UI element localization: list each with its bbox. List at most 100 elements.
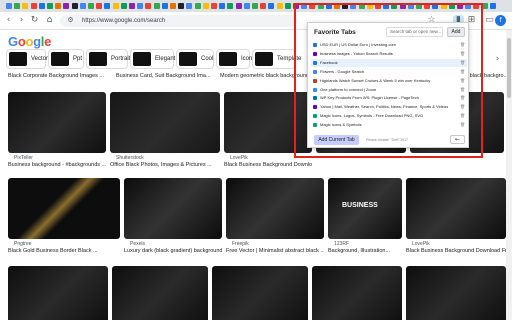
tab-favicon-icon[interactable] <box>227 3 234 9</box>
trash-icon[interactable]: 🗑 <box>460 69 465 75</box>
forward-icon[interactable]: › <box>16 15 27 26</box>
favorite-tab-item[interactable]: Highlands Watch Sunset Cruises & Week 5 … <box>311 77 467 85</box>
chevron-right-icon[interactable]: › <box>492 54 503 65</box>
result-title[interactable]: Business background - #backgrounds ... <box>8 162 106 169</box>
trash-icon[interactable]: 🗑 <box>460 51 465 57</box>
result-image[interactable] <box>406 266 506 320</box>
tab-favicon-icon[interactable] <box>161 3 168 9</box>
tab-favicon-icon[interactable] <box>71 3 78 9</box>
trash-icon[interactable]: 🗑 <box>460 104 465 110</box>
result-source[interactable]: Pexels <box>130 241 145 248</box>
tab-favicon-icon[interactable] <box>79 3 86 9</box>
tab-favicon-icon[interactable] <box>14 3 21 9</box>
favorite-tab-item[interactable]: One platform to connect | Zoom 🗑 <box>311 86 467 94</box>
site-info-icon[interactable]: ⚙ <box>65 15 76 26</box>
result-source[interactable]: Shutterstock <box>116 155 144 162</box>
result-source[interactable]: LovePik <box>230 155 248 162</box>
add-current-tab-button[interactable]: Add Current Tab <box>314 135 359 145</box>
result-image[interactable] <box>8 266 108 320</box>
tab-favicon-icon[interactable] <box>252 3 258 9</box>
favorite-tab-item[interactable]: Flowers - Google Search 🗑 <box>311 68 467 76</box>
tab-favicon-icon[interactable] <box>22 3 29 9</box>
reload-icon[interactable]: ↻ <box>29 15 40 26</box>
result-title[interactable]: Free Vector | Minimalist abstract black … <box>226 248 324 255</box>
result-title[interactable]: Luxury dark (black gradient) background … <box>124 248 222 255</box>
tab-favicon-icon[interactable] <box>120 3 127 9</box>
address-bar[interactable]: ⚙ https://www.google.com/search <box>60 15 297 27</box>
side-panel-icon[interactable]: ▭ <box>484 15 495 26</box>
tab-search-input[interactable]: Search tab or open new... <box>386 27 443 37</box>
result-title[interactable]: Background, Illustration... <box>328 248 402 255</box>
trash-icon[interactable]: 🗑 <box>460 87 465 93</box>
tab-favicon-icon[interactable] <box>6 3 12 9</box>
result-title[interactable]: Black Business Background Download ... <box>224 162 312 169</box>
trash-icon[interactable]: 🗑 <box>460 113 465 119</box>
favorite-tab-item[interactable]: Yahoo | Mail, Weather, Search, Politics,… <box>311 103 467 111</box>
home-icon[interactable]: ⌂ <box>44 15 55 26</box>
result-image[interactable] <box>212 266 308 320</box>
back-arrow-button[interactable]: ← <box>450 135 465 144</box>
favorite-tab-item[interactable]: WP Key Products From WS: Plugin License … <box>311 94 467 102</box>
result-title[interactable]: Black Business Background Download Fr... <box>406 248 506 255</box>
back-icon[interactable]: ‹ <box>3 15 14 26</box>
profile-avatar[interactable]: f <box>495 15 506 26</box>
tab-favicon-icon[interactable] <box>194 3 201 9</box>
page-scrollbar[interactable] <box>506 30 512 320</box>
tab-favicon-icon[interactable] <box>186 3 193 9</box>
tab-favicon-icon[interactable] <box>47 3 53 9</box>
trash-icon[interactable]: 🗑 <box>460 122 465 128</box>
result-image[interactable] <box>8 178 120 239</box>
result-source[interactable]: 123RF <box>334 241 349 248</box>
tab-favicon-icon[interactable] <box>88 3 94 9</box>
tab-favicon-icon[interactable] <box>137 3 144 9</box>
tab-favicon-icon[interactable] <box>145 3 152 9</box>
result-source[interactable]: PixTeller <box>14 155 33 162</box>
tab-favicon-icon[interactable] <box>284 3 291 9</box>
filter-chip[interactable]: Template <box>252 49 301 69</box>
result-source[interactable]: Freepik <box>232 241 249 248</box>
tab-favicon-icon[interactable] <box>38 3 45 9</box>
tab-favicon-icon[interactable] <box>170 3 176 9</box>
filter-chip[interactable]: Cool <box>176 49 214 69</box>
result-title[interactable]: Black Gold Business Border Black ... <box>8 248 120 255</box>
result-title[interactable]: Business Card, Suit Background Ima... <box>116 73 212 80</box>
favorite-tab-item[interactable]: Facebook 🗑 <box>311 58 467 68</box>
tab-favicon-icon[interactable] <box>96 3 103 9</box>
result-image[interactable] <box>124 178 222 239</box>
tab-favicon-icon[interactable] <box>30 3 37 9</box>
filter-chip[interactable]: Portrait <box>86 49 130 69</box>
result-image[interactable] <box>8 92 106 153</box>
tab-favicon-icon[interactable] <box>235 3 242 9</box>
trash-icon[interactable]: 🗑 <box>460 78 465 84</box>
tab-favicon-icon[interactable] <box>202 3 209 9</box>
tab-favicon-icon[interactable] <box>178 3 185 9</box>
result-image[interactable] <box>406 178 506 239</box>
result-image[interactable] <box>110 92 220 153</box>
favorite-tab-item[interactable]: Magic Icons, Logos, Symbols - Free Downl… <box>311 112 467 120</box>
result-image[interactable] <box>112 266 208 320</box>
tab-favicon-icon[interactable] <box>63 3 70 9</box>
add-button[interactable]: Add <box>447 27 465 37</box>
result-source[interactable]: LovePik <box>412 241 430 248</box>
tab-favicon-icon[interactable] <box>112 3 119 9</box>
filter-chip[interactable]: Elegant <box>130 49 175 69</box>
filter-chip[interactable]: Ppt <box>48 49 84 69</box>
favorite-tab-item[interactable]: Magic Icons & Symbols 🗑 <box>311 121 467 129</box>
filter-chip[interactable]: Vector <box>6 49 48 69</box>
result-title[interactable]: Black Corporate Background Images ... <box>8 73 104 80</box>
tab-favicon-icon[interactable] <box>276 3 283 9</box>
tab-favicon-icon[interactable] <box>55 3 62 9</box>
scrollbar-thumb[interactable] <box>507 38 511 98</box>
tab-favicon-icon[interactable] <box>268 3 275 9</box>
filter-chip[interactable]: Icon <box>216 49 252 69</box>
tab-favicon-icon[interactable] <box>260 3 267 9</box>
trash-icon[interactable]: 🗑 <box>460 60 465 66</box>
tab-favicon-icon[interactable] <box>211 3 217 9</box>
tab-favicon-icon[interactable] <box>129 3 135 9</box>
result-image[interactable] <box>226 178 324 239</box>
tab-favicon-icon[interactable] <box>489 3 496 9</box>
favorite-tab-item[interactable]: business images - Yahoo Search Results 🗑 <box>311 50 467 58</box>
donate-note[interactable]: Please donate! "Drift" 2017 <box>366 138 408 142</box>
trash-icon[interactable]: 🗑 <box>460 42 465 48</box>
tab-favicon-icon[interactable] <box>153 3 160 9</box>
